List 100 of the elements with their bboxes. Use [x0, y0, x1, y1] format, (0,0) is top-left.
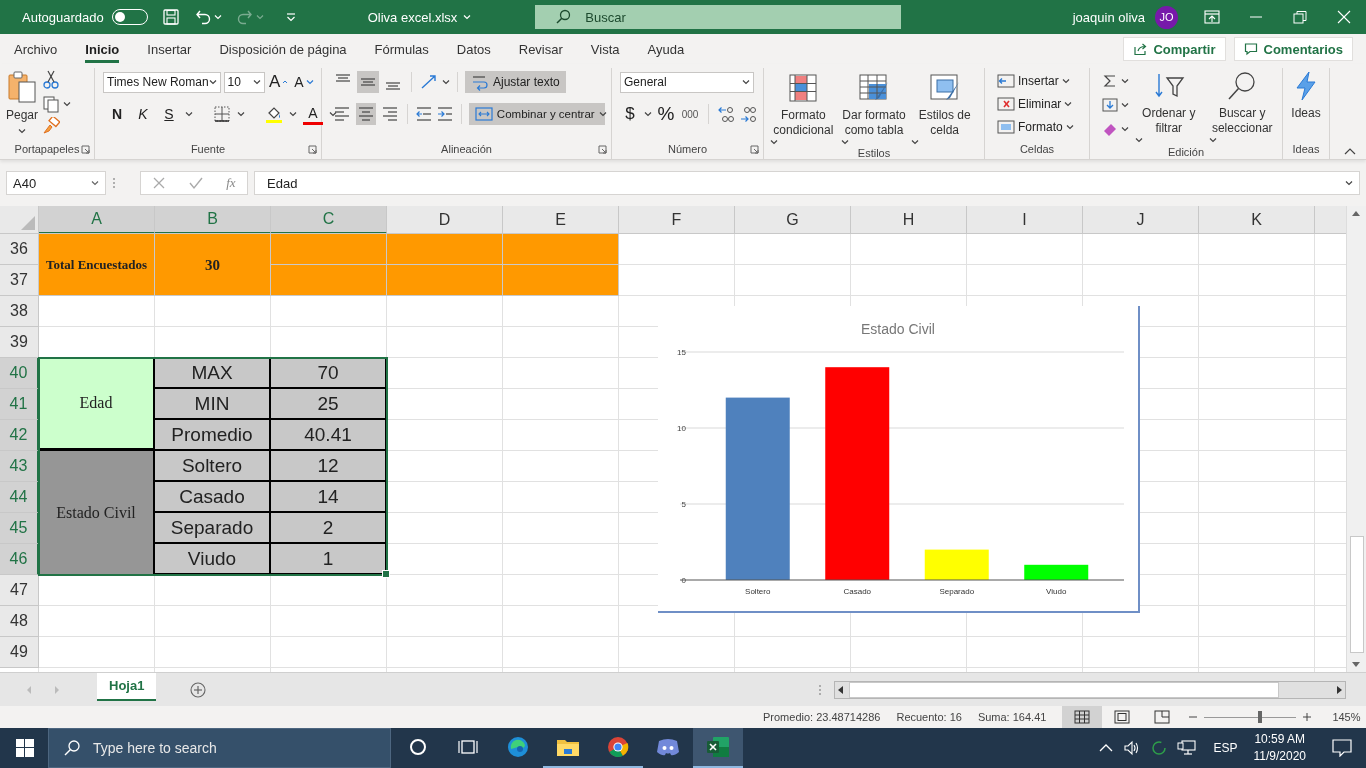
chevron-up-icon[interactable]	[1099, 743, 1114, 753]
task-view-icon[interactable]	[458, 738, 478, 756]
fill-handle[interactable]	[382, 570, 390, 578]
circle-icon[interactable]	[409, 738, 427, 756]
customize-icon[interactable]	[285, 12, 296, 22]
file-name-button[interactable]: Oliva excel.xlsx	[367, 9, 472, 25]
percent-button[interactable]: %	[656, 103, 677, 125]
currency-button[interactable]: $	[620, 103, 640, 125]
sheet-tab[interactable]: Hoja1	[97, 672, 157, 701]
ribbon-tab[interactable]: Vista	[590, 34, 620, 64]
decrease-decimal-icon[interactable]	[739, 105, 757, 123]
scroll-down-icon[interactable]	[1351, 661, 1361, 669]
thousands-button[interactable]: 000	[680, 103, 701, 125]
share-button[interactable]: Compartir	[1123, 37, 1226, 61]
game-controller-icon[interactable]	[656, 737, 680, 757]
column-header[interactable]: B	[155, 206, 271, 234]
name-box[interactable]: A40	[6, 171, 106, 195]
row-header[interactable]: 45	[0, 513, 39, 544]
font-size-dropdown[interactable]: 10	[223, 71, 265, 93]
bold-button[interactable]: N	[107, 103, 127, 125]
ribbon-tab[interactable]: Revisar	[518, 34, 563, 64]
restore-icon[interactable]	[1292, 10, 1308, 24]
ribbon-tab[interactable]: Ayuda	[647, 34, 685, 64]
zoom-level[interactable]: 145%	[1332, 711, 1361, 723]
increase-decimal-icon[interactable]	[717, 105, 735, 123]
font-family-dropdown[interactable]: Times New Roman	[103, 71, 221, 93]
borders-icon[interactable]	[213, 105, 231, 123]
scrollbar-thumb[interactable]	[849, 681, 1279, 698]
horizontal-align-button[interactable]	[355, 103, 377, 125]
format-painter-icon[interactable]	[42, 117, 61, 135]
check-icon[interactable]	[189, 176, 204, 190]
row-header[interactable]: 40	[0, 358, 39, 389]
scissors-icon[interactable]	[42, 70, 61, 90]
row-header[interactable]: 37	[0, 265, 39, 296]
row-header[interactable]: 44	[0, 482, 39, 513]
decrease-indent-icon[interactable]	[414, 105, 433, 123]
user-avatar[interactable]: JO	[1155, 5, 1178, 29]
column-header[interactable]: F	[619, 206, 735, 234]
clock-time[interactable]: 10:59 AM	[1254, 731, 1306, 748]
style-button[interactable]: Estilos de celda	[911, 72, 978, 146]
sync-icon[interactable]	[1151, 740, 1168, 756]
column-header[interactable]: G	[735, 206, 851, 234]
windows-logo-icon[interactable]	[16, 739, 34, 757]
grow-font-button[interactable]: A	[267, 71, 290, 93]
search-field[interactable]: Buscar	[535, 5, 902, 29]
ribbon-tab[interactable]: Fórmulas	[374, 34, 429, 64]
row-header[interactable]: 41	[0, 389, 39, 420]
chrome-icon[interactable]	[606, 735, 630, 759]
number-format-dropdown[interactable]: General	[620, 71, 754, 93]
row-header[interactable]: 49	[0, 637, 39, 668]
style-button[interactable]: Formato condicional	[770, 72, 837, 146]
row-header[interactable]: 48	[0, 606, 39, 637]
increase-indent-icon[interactable]	[435, 105, 454, 123]
vertical-align-button[interactable]	[357, 71, 379, 93]
close-icon[interactable]	[1336, 10, 1352, 24]
shrink-font-button[interactable]: A	[292, 71, 315, 93]
insert-function-button[interactable]: fx	[226, 175, 236, 191]
ribbon-tab[interactable]: Datos	[456, 34, 491, 64]
bar[interactable]	[1024, 564, 1089, 580]
network-icon[interactable]	[1177, 740, 1198, 756]
copy-icon[interactable]	[42, 94, 61, 113]
style-button[interactable]: Dar formato como tabla	[840, 72, 908, 146]
text-orientation-icon[interactable]	[419, 73, 439, 91]
spreadsheet-app-icon[interactable]	[706, 736, 730, 758]
column-header[interactable]: K	[1199, 206, 1315, 234]
dialog-launcher-icon[interactable]	[308, 145, 317, 154]
row-header[interactable]: 39	[0, 327, 39, 358]
font-color-button[interactable]: A	[303, 103, 323, 125]
paste-button[interactable]: Pegar	[6, 70, 39, 139]
taskbar-search-field[interactable]: Type here to search	[48, 728, 391, 768]
cells-button[interactable]: Formato	[997, 116, 1083, 137]
ribbon-tab[interactable]: Disposición de página	[219, 34, 347, 64]
row-header[interactable]: 42	[0, 420, 39, 451]
column-header[interactable]: D	[387, 206, 503, 234]
edge-icon[interactable]	[506, 735, 530, 759]
scroll-up-icon[interactable]	[1351, 209, 1361, 217]
scrollbar-thumb[interactable]	[1350, 536, 1364, 653]
row-header[interactable]: 38	[0, 296, 39, 327]
row-header[interactable]: 43	[0, 451, 39, 482]
column-header[interactable]: J	[1083, 206, 1199, 234]
editing-button[interactable]: Buscar y seleccionar	[1208, 70, 1276, 144]
collapse-ribbon-icon[interactable]	[1344, 147, 1356, 155]
column-header[interactable]: C	[271, 206, 387, 234]
fill-down-icon[interactable]	[1102, 96, 1118, 113]
cells-button[interactable]: Eliminar	[997, 93, 1083, 114]
sum-icon[interactable]	[1102, 72, 1118, 89]
clock-date[interactable]: 11/9/2020	[1253, 748, 1306, 765]
language-indicator[interactable]: ESP	[1213, 741, 1238, 755]
zoom-in-icon[interactable]	[1302, 712, 1313, 722]
add-sheet-icon[interactable]	[190, 681, 207, 698]
ribbon-display-icon[interactable]	[1204, 10, 1220, 24]
notification-icon[interactable]	[1332, 739, 1352, 757]
row-header[interactable]: 47	[0, 575, 39, 606]
comments-button[interactable]: Comentarios	[1233, 37, 1353, 61]
italic-button[interactable]: K	[133, 103, 153, 125]
column-header[interactable]: E	[503, 206, 619, 234]
dialog-launcher-icon[interactable]	[81, 145, 90, 154]
column-header[interactable]: A	[39, 206, 155, 234]
view-button[interactable]	[1062, 706, 1103, 728]
ribbon-tab[interactable]: Insertar	[147, 34, 192, 64]
